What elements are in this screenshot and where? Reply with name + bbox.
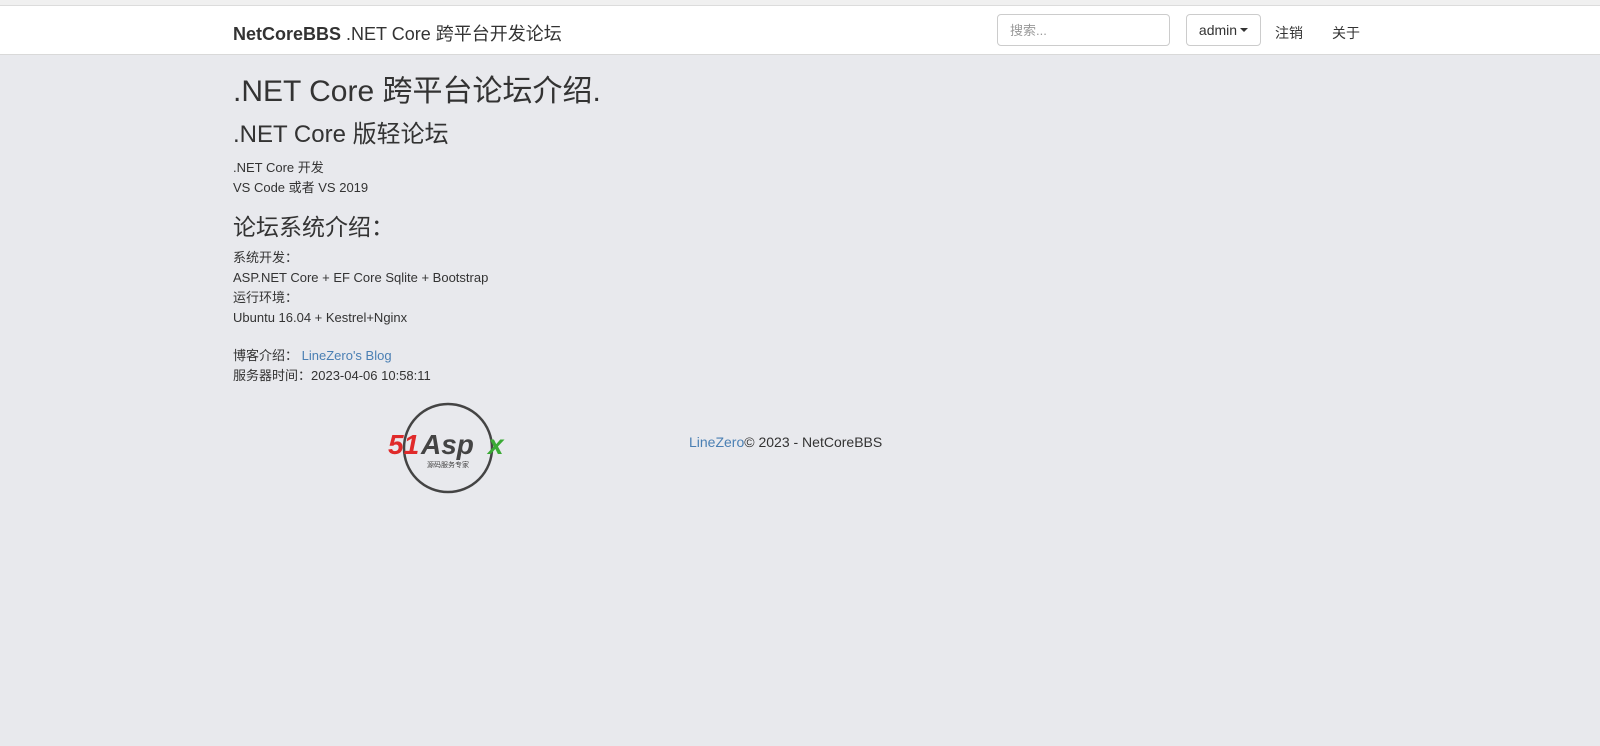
section-title-system: 论坛系统介绍： xyxy=(233,214,394,240)
server-time-line: 服务器时间：2023-04-06 10:58:11 xyxy=(233,366,1133,386)
system-line: Ubuntu 16.04 + Kestrel+Nginx xyxy=(233,310,408,325)
server-time-label: 服务器时间： xyxy=(233,368,312,383)
system-line: 系统开发： xyxy=(233,250,299,265)
logo-text-dark: Asp xyxy=(420,429,474,460)
footer: LineZero© 2023 - NetCoreBBS xyxy=(689,434,882,450)
dev-line: .NET Core 开发 xyxy=(233,160,324,175)
dev-info: .NET Core 开发 VS Code 或者 VS 2019 xyxy=(233,158,1133,198)
system-line: ASP.NET Core + EF Core Sqlite + Bootstra… xyxy=(233,270,489,285)
section-title-light-forum: .NET Core 版轻论坛 xyxy=(233,121,449,148)
caret-down-icon xyxy=(1240,28,1249,32)
blog-info: 博客介绍： LineZero's Blog 服务器时间：2023-04-06 1… xyxy=(233,346,1133,386)
footer-copyright: © 2023 - NetCoreBBS xyxy=(744,434,883,450)
navbar-brand[interactable]: NetCoreBBS .NET Core 跨平台开发论坛 xyxy=(233,20,562,46)
server-time-value: 2023-04-06 10:58:11 xyxy=(311,368,431,383)
logo-text-green: x xyxy=(486,429,505,460)
logout-link[interactable]: 注销 xyxy=(1275,23,1303,43)
system-line: 运行环境： xyxy=(233,290,299,305)
blog-link[interactable]: LineZero's Blog xyxy=(302,348,392,363)
logo-caption: 源码服务专家 xyxy=(427,460,469,469)
blog-label: 博客介绍： xyxy=(233,348,299,363)
logo-text-red: 51 xyxy=(388,429,419,460)
page-title: .NET Core 跨平台论坛介绍. xyxy=(233,75,601,108)
dev-line: VS Code 或者 VS 2019 xyxy=(233,180,369,195)
search-input[interactable] xyxy=(997,14,1170,46)
brand-tagline: .NET Core 跨平台开发论坛 xyxy=(341,24,562,44)
51aspx-logo[interactable]: 51 Asp x 源码服务专家 xyxy=(384,402,514,494)
about-link[interactable]: 关于 xyxy=(1332,23,1360,43)
user-dropdown-button[interactable]: admin xyxy=(1186,14,1261,46)
navbar: NetCoreBBS .NET Core 跨平台开发论坛 admin 注销 关于 xyxy=(0,6,1600,55)
main-content: .NET Core 跨平台论坛介绍. .NET Core 版轻论坛 .NET C… xyxy=(233,72,1133,386)
blog-line: 博客介绍： LineZero's Blog xyxy=(233,346,1133,366)
brand-name: NetCoreBBS xyxy=(233,24,342,44)
user-dropdown-label: admin xyxy=(1198,22,1238,38)
51aspx-logo-icon: 51 Asp x 源码服务专家 xyxy=(388,402,505,494)
footer-author-link[interactable]: LineZero xyxy=(689,434,744,450)
system-info: 系统开发： ASP.NET Core + EF Core Sqlite + Bo… xyxy=(233,248,1133,328)
